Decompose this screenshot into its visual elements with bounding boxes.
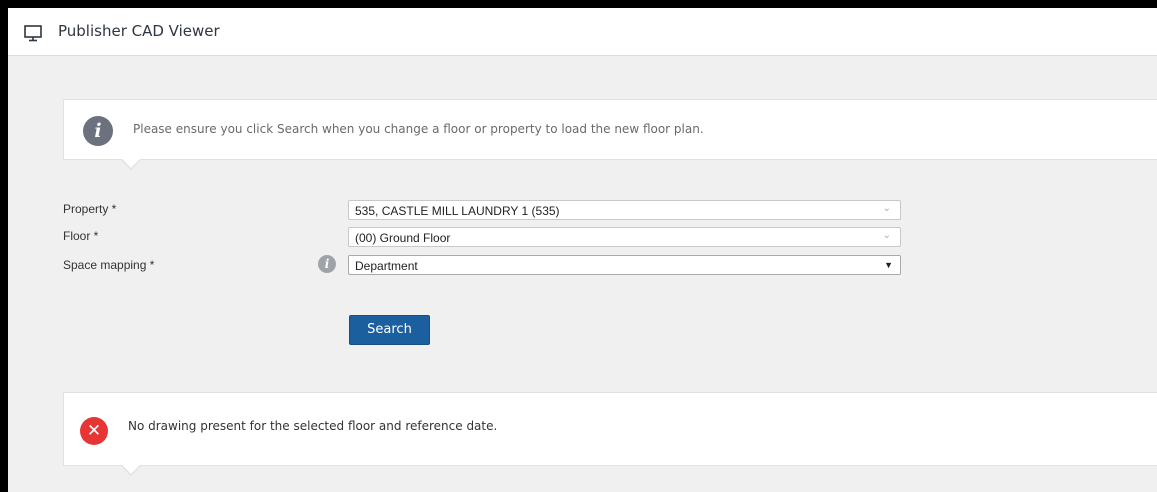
info-callout: i Please ensure you click Search when yo… <box>63 99 1157 170</box>
property-select[interactable]: 535, CASTLE MILL LAUNDRY 1 (535) ⌄ <box>348 200 901 220</box>
property-label: Property * <box>63 202 117 216</box>
chevron-down-icon: ⌄ <box>882 203 891 214</box>
floor-label: Floor * <box>63 229 99 243</box>
search-button[interactable]: Search <box>349 315 430 345</box>
error-callout: ✕ No drawing present for the selected fl… <box>63 392 1157 476</box>
space-mapping-select[interactable]: Department ▼ <box>348 255 901 275</box>
chevron-down-icon: ⌄ <box>882 230 891 241</box>
callout-tail <box>120 158 142 170</box>
floor-select-value: (00) Ground Floor <box>355 231 451 245</box>
close-icon: ✕ <box>80 417 108 445</box>
space-mapping-label: Space mapping * <box>63 258 155 272</box>
info-icon[interactable]: i <box>318 255 336 273</box>
info-icon: i <box>83 116 113 146</box>
page-title: Publisher CAD Viewer <box>58 22 220 40</box>
title-bar: Publisher CAD Viewer <box>8 8 1157 56</box>
dropdown-arrow-icon: ▼ <box>884 260 893 270</box>
callout-tail <box>120 464 142 476</box>
monitor-icon <box>24 25 42 42</box>
error-message: No drawing present for the selected floo… <box>128 419 498 433</box>
app-window: Publisher CAD Viewer i Please ensure you… <box>8 8 1157 492</box>
space-mapping-select-value: Department <box>355 259 418 273</box>
floor-select[interactable]: (00) Ground Floor ⌄ <box>348 227 901 247</box>
property-select-value: 535, CASTLE MILL LAUNDRY 1 (535) <box>355 204 560 218</box>
info-message: Please ensure you click Search when you … <box>133 122 704 136</box>
